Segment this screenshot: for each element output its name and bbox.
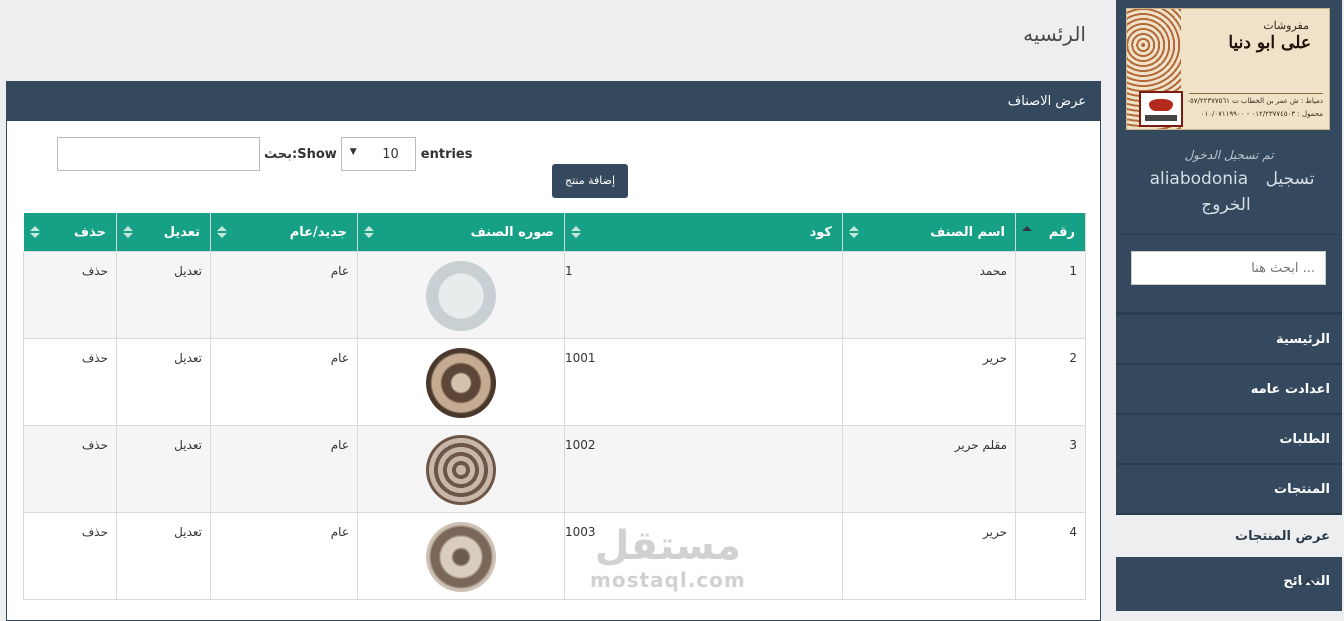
row-type: عام — [210, 512, 358, 600]
col-header-code[interactable]: كود — [564, 213, 843, 252]
product-image[interactable] — [426, 348, 496, 418]
table-row: 4 حرير 1003 عام تعديل حذف — [23, 512, 1086, 600]
table-row: 3 مقلم حرير 1002 عام تعديل حذف — [23, 425, 1086, 513]
table-search-input[interactable] — [57, 137, 260, 171]
sidebar-search-input[interactable] — [1131, 251, 1326, 285]
sidebar-item-orders[interactable]: الطلبات — [1116, 415, 1342, 465]
row-num: 2 — [1015, 338, 1086, 426]
row-type: عام — [210, 251, 358, 339]
delete-link[interactable]: حذف — [23, 425, 117, 513]
delete-link[interactable]: حذف — [23, 251, 117, 339]
row-name: حرير — [842, 338, 1016, 426]
table-controls: بحث: Show ▼ 10 entries — [57, 137, 473, 171]
col-header-name[interactable]: اسم الصنف — [842, 213, 1016, 252]
sidebar: مفروشات على ابو دنيا دمياط : ش عمر بن ال… — [1116, 0, 1342, 611]
sidebar-item-settings[interactable]: اعدادت عامه — [1116, 365, 1342, 415]
row-name: حرير — [842, 512, 1016, 600]
sidebar-item-view-products[interactable]: عرض المنتجات — [1116, 515, 1342, 557]
col-header-type[interactable]: جديد/عام — [210, 213, 358, 252]
product-image[interactable] — [426, 435, 496, 505]
sidebar-item-products[interactable]: المنتجات — [1116, 465, 1342, 515]
row-name: محمد — [842, 251, 1016, 339]
col-header-delete[interactable]: حذف — [23, 213, 117, 252]
logo-address-2: محمول : ٠١٢/٢٣٧٧٤٥٠٣ - ٠١٠/٠٧١١٩٩٠٠ — [1200, 110, 1323, 118]
delete-link[interactable]: حذف — [23, 512, 117, 600]
products-table: رقم اسم الصنف كود صوره الصنف جديد/عام تع… — [23, 213, 1086, 600]
search-label: بحث: — [264, 146, 298, 162]
row-type: عام — [210, 425, 358, 513]
add-product-button[interactable]: إضافة منتج — [552, 164, 628, 198]
edit-link[interactable]: تعديل — [116, 251, 211, 339]
col-header-edit[interactable]: تعديل — [116, 213, 211, 252]
logged-in-label: تم تسجيل الدخول — [1184, 148, 1274, 162]
table-row: 2 حرير 1001 عام تعديل حذف — [23, 338, 1086, 426]
row-code: 1002 — [564, 425, 843, 513]
row-num: 1 — [1015, 251, 1086, 339]
sidebar-menu: الرئيسية اعدادت عامه الطلبات المنتجات عر… — [1116, 315, 1342, 607]
entries-value: 10 — [382, 147, 399, 162]
delete-link[interactable]: حذف — [23, 338, 117, 426]
company-logo: مفروشات على ابو دنيا دمياط : ش عمر بن ال… — [1126, 8, 1330, 130]
row-num: 4 — [1015, 512, 1086, 600]
sidebar-item-home[interactable]: الرئيسية — [1116, 315, 1342, 365]
show-label: Show — [297, 146, 337, 162]
table-row: 1 محمد 1 عام تعديل حذف — [23, 251, 1086, 339]
logo-divider — [1189, 93, 1323, 94]
watermark: مستقل mostaql.com — [590, 524, 746, 592]
entries-label: entries — [420, 146, 473, 162]
sidebar-divider — [1116, 234, 1342, 235]
scroll-top-icon[interactable] — [1297, 572, 1319, 594]
col-header-num[interactable]: رقم — [1015, 213, 1086, 252]
caret-down-icon: ▼ — [349, 147, 357, 157]
logo-address-1: دمياط : ش عمر بن الخطاب ت ٠٥٧/٢٢٣٧٧٥٦١ — [1186, 97, 1323, 105]
page-title: الرئسيه — [1023, 22, 1086, 46]
logo-subtitle: مفروشات — [1263, 19, 1309, 32]
panel-heading: عرض الاصناف — [7, 82, 1100, 121]
row-code: 1 — [564, 251, 843, 339]
logo-emblem-icon — [1139, 91, 1183, 127]
edit-link[interactable]: تعديل — [116, 338, 211, 426]
edit-link[interactable]: تعديل — [116, 425, 211, 513]
entries-select[interactable]: ▼ 10 — [340, 137, 416, 171]
user-info: aliabodonia تسجيل الخروج — [1116, 166, 1342, 218]
row-image-cell — [357, 512, 565, 600]
row-num: 3 — [1015, 425, 1086, 513]
product-image[interactable] — [426, 261, 496, 331]
product-image[interactable] — [426, 522, 496, 592]
row-image-cell — [357, 425, 565, 513]
row-image-cell — [357, 338, 565, 426]
logo-name: على ابو دنيا — [1228, 33, 1311, 53]
row-type: عام — [210, 338, 358, 426]
watermark-arabic: مستقل — [594, 523, 742, 569]
col-header-image[interactable]: صوره الصنف — [357, 213, 565, 252]
watermark-latin: mostaql.com — [590, 568, 746, 592]
products-panel: عرض الاصناف بحث: Show ▼ 10 entries إضافة… — [6, 81, 1101, 621]
username: aliabodonia — [1149, 169, 1249, 189]
table-header-row: رقم اسم الصنف كود صوره الصنف جديد/عام تع… — [23, 213, 1086, 252]
row-name: مقلم حرير — [842, 425, 1016, 513]
row-code: 1001 — [564, 338, 843, 426]
row-image-cell — [357, 251, 565, 339]
edit-link[interactable]: تعديل — [116, 512, 211, 600]
